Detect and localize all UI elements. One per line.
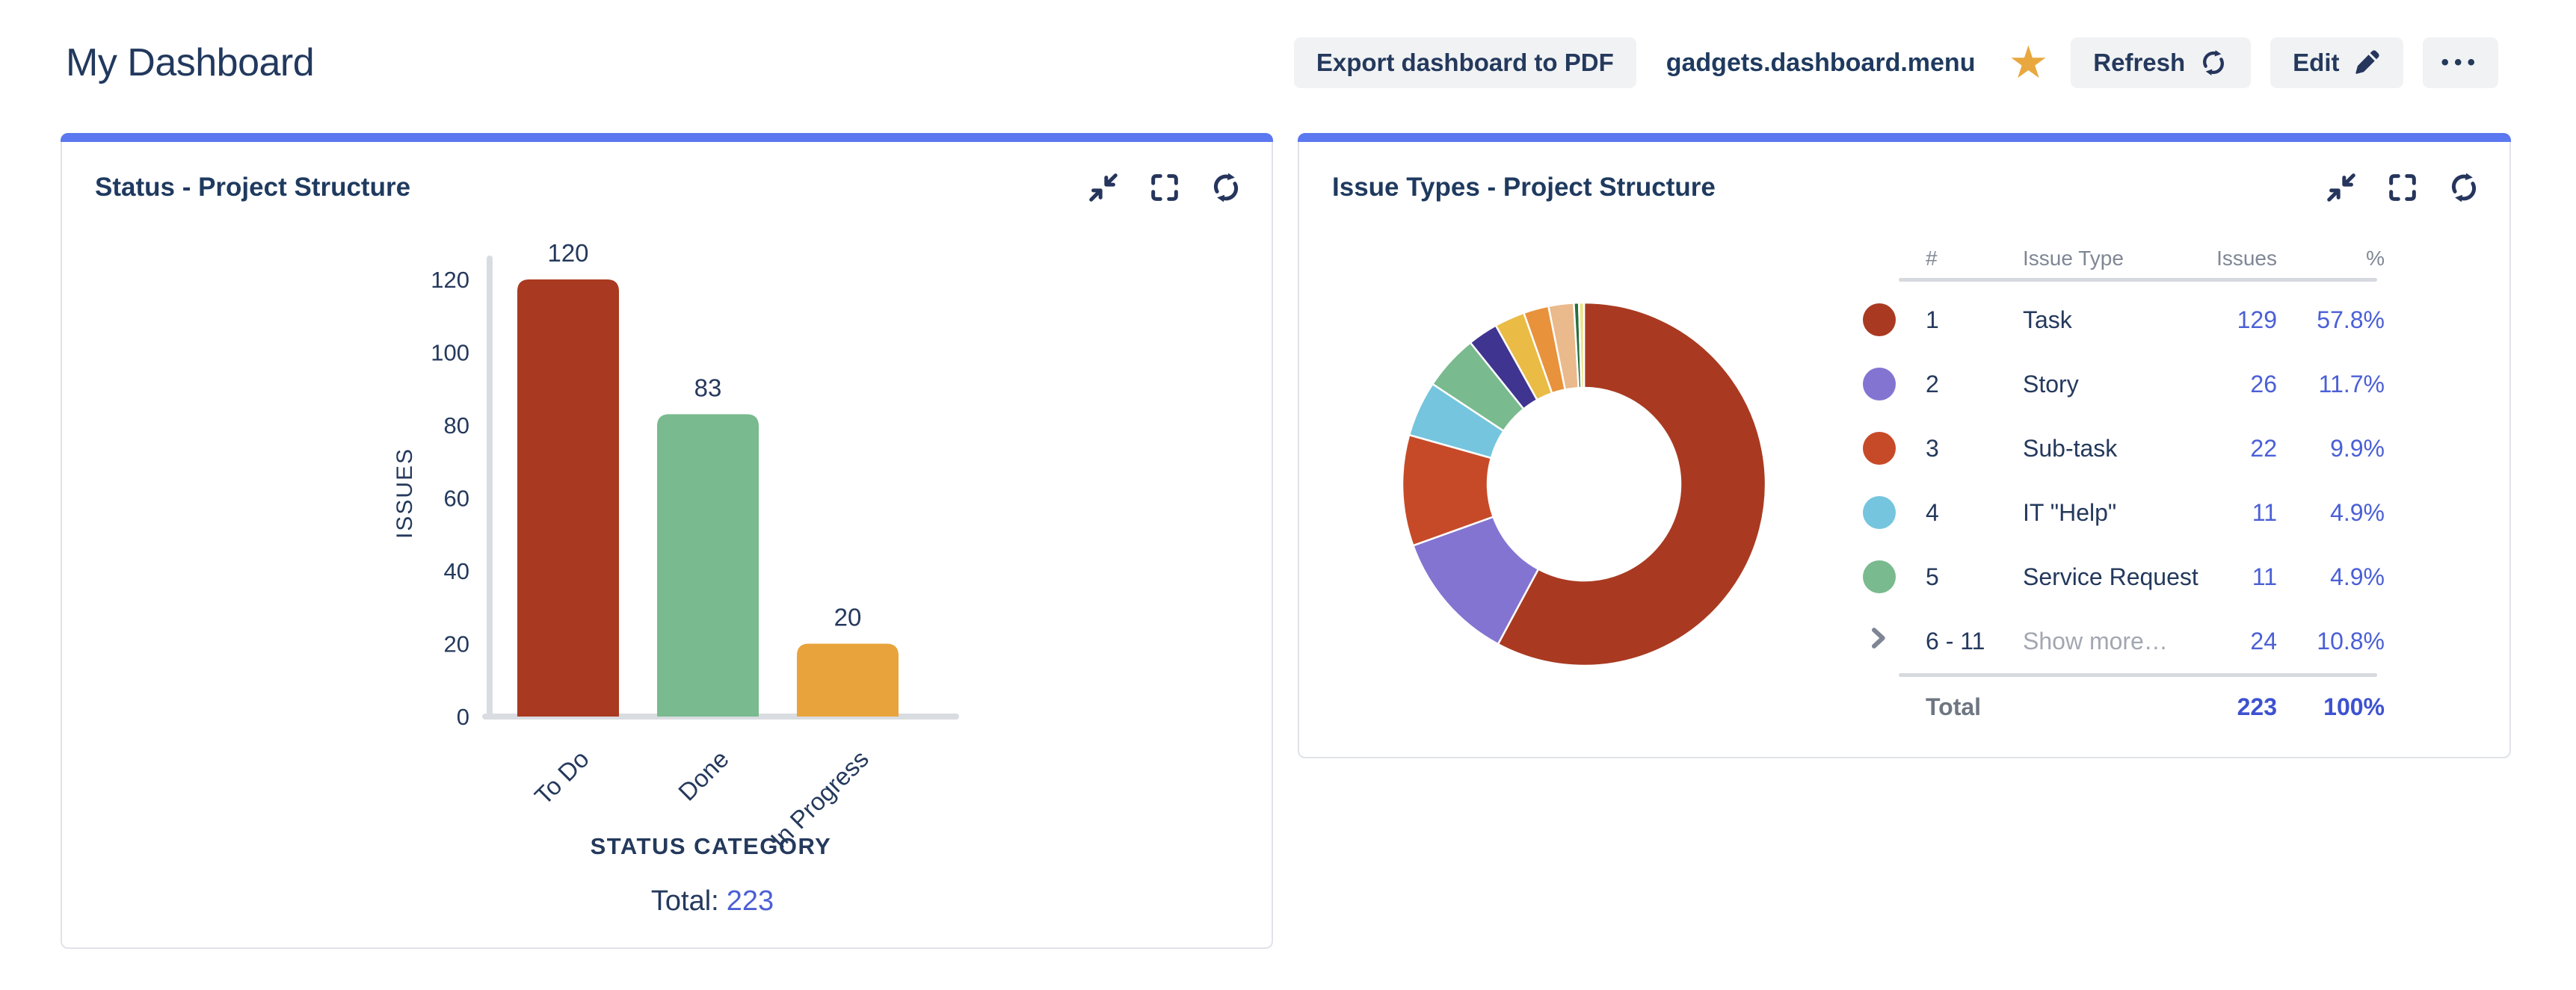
edit-button[interactable]: Edit bbox=[2270, 37, 2403, 88]
color-swatch-it-help bbox=[1863, 496, 1896, 529]
color-swatch-sub-task bbox=[1863, 432, 1896, 465]
y-tick-label: 60 bbox=[444, 486, 469, 512]
dashboard-menu-label: gadgets.dashboard.menu bbox=[1666, 49, 1976, 78]
issue-pct-link[interactable]: 4.9% bbox=[2277, 563, 2385, 591]
y-tick-label: 80 bbox=[444, 412, 469, 439]
issue-count-link[interactable]: 11 bbox=[2210, 499, 2277, 527]
refresh-icon bbox=[2198, 48, 2228, 78]
toolbar: Export dashboard to PDF gadgets.dashboar… bbox=[1294, 37, 2498, 88]
more-actions-button[interactable]: ••• bbox=[2423, 37, 2498, 88]
refresh-label: Refresh bbox=[2093, 49, 2185, 77]
issue-type-label: Service Request bbox=[2023, 563, 2210, 591]
issue-count-link[interactable]: 129 bbox=[2210, 306, 2277, 334]
status-total-label: Total: bbox=[651, 885, 719, 917]
show-more-chevron-icon[interactable] bbox=[1863, 623, 1893, 653]
x-category-label: Done bbox=[673, 745, 734, 806]
edit-label: Edit bbox=[2293, 49, 2339, 77]
y-tick-label: 20 bbox=[444, 631, 469, 658]
issue-types-table: # Issue Type Issues % 1Task12957.8%2Stor… bbox=[1854, 239, 2385, 737]
col-header-num: # bbox=[1926, 247, 2023, 270]
y-tick-label: 100 bbox=[431, 340, 469, 366]
row-number: 3 bbox=[1926, 435, 2023, 462]
issue-count-link[interactable]: 24 bbox=[2210, 628, 2277, 655]
bar-in-progress[interactable] bbox=[797, 644, 899, 717]
page-title: My Dashboard bbox=[66, 40, 314, 85]
y-tick-label: 0 bbox=[457, 704, 469, 730]
bar-to-do[interactable] bbox=[517, 279, 619, 717]
col-header-issues: Issues bbox=[2210, 247, 2277, 270]
color-swatch-story bbox=[1863, 368, 1896, 400]
issue-count-link[interactable]: 26 bbox=[2210, 371, 2277, 398]
issue-type-row-it-help: 4IT "Help"114.9% bbox=[1854, 480, 2385, 545]
issue-type-label: Task bbox=[2023, 306, 2210, 334]
status-gadget-card: Status - Project Structure bbox=[61, 133, 1273, 949]
status-total: Total:223 bbox=[133, 885, 1292, 918]
bar-value-label: 20 bbox=[834, 604, 862, 631]
issue-type-label: Sub-task bbox=[2023, 435, 2210, 462]
color-swatch-service-request bbox=[1863, 560, 1896, 593]
issue-type-row-show-more: 6 - 11Show more…2410.8% bbox=[1854, 609, 2385, 673]
issue-type-label[interactable]: Show more… bbox=[2023, 628, 2210, 655]
issue-pct-link[interactable]: 57.8% bbox=[2277, 306, 2385, 334]
issue-count-link[interactable]: 22 bbox=[2210, 435, 2277, 462]
issue-types-total-row: Total 223 100% bbox=[1854, 677, 2385, 737]
row-number: 2 bbox=[1926, 371, 2023, 398]
x-category-label: To Do bbox=[529, 745, 594, 810]
col-header-issue-type: Issue Type bbox=[2023, 247, 2210, 270]
y-tick-label: 40 bbox=[444, 558, 469, 584]
export-pdf-label: Export dashboard to PDF bbox=[1316, 49, 1614, 77]
more-actions-label: ••• bbox=[2441, 50, 2480, 75]
issue-type-row-task: 1Task12957.8% bbox=[1854, 288, 2385, 352]
issue-types-gadget-card: Issue Types - Project Structure bbox=[1298, 133, 2511, 758]
bar-value-label: 83 bbox=[694, 374, 722, 401]
color-swatch-task bbox=[1863, 303, 1896, 336]
row-number: 6 - 11 bbox=[1926, 628, 2023, 655]
issue-pct-link[interactable]: 4.9% bbox=[2277, 499, 2385, 527]
issue-pct-link[interactable]: 11.7% bbox=[2277, 371, 2385, 398]
issue-type-row-service-request: 5Service Request114.9% bbox=[1854, 545, 2385, 609]
issue-types-table-body: 1Task12957.8%2Story2611.7%3Sub-task229.9… bbox=[1854, 288, 2385, 673]
dashboard-header: My Dashboard Export dashboard to PDF gad… bbox=[66, 27, 2498, 99]
total-row-label: Total bbox=[1926, 693, 2210, 721]
row-number: 5 bbox=[1926, 563, 2023, 591]
total-row-issues: 223 bbox=[2210, 693, 2277, 721]
y-axis-title: ISSUES bbox=[392, 448, 417, 539]
table-header-divider bbox=[1899, 278, 2377, 282]
issue-type-label: IT "Help" bbox=[2023, 499, 2210, 527]
favorite-star-icon[interactable]: ★ bbox=[2008, 40, 2048, 85]
issue-pct-link[interactable]: 10.8% bbox=[2277, 628, 2385, 655]
bar-value-label: 120 bbox=[547, 239, 588, 267]
row-number: 1 bbox=[1926, 306, 2023, 334]
bar-done[interactable] bbox=[657, 414, 759, 717]
y-tick-label: 120 bbox=[431, 267, 469, 293]
export-pdf-button[interactable]: Export dashboard to PDF bbox=[1294, 37, 1636, 88]
issue-types-table-header: # Issue Type Issues % bbox=[1854, 239, 2385, 278]
refresh-button[interactable]: Refresh bbox=[2071, 37, 2251, 88]
row-number: 4 bbox=[1926, 499, 2023, 527]
status-bar-chart[interactable]: 020406080100120120To Do83Done20In Progre… bbox=[62, 134, 1275, 950]
issue-type-row-sub-task: 3Sub-task229.9% bbox=[1854, 416, 2385, 480]
status-total-value[interactable]: 223 bbox=[727, 885, 774, 917]
issue-count-link[interactable]: 11 bbox=[2210, 563, 2277, 591]
issue-pct-link[interactable]: 9.9% bbox=[2277, 435, 2385, 462]
total-row-pct: 100% bbox=[2277, 693, 2385, 721]
issue-type-label: Story bbox=[2023, 371, 2210, 398]
x-axis-title: STATUS CATEGORY bbox=[591, 833, 832, 859]
pencil-icon bbox=[2352, 49, 2381, 77]
issue-type-row-story: 2Story2611.7% bbox=[1854, 352, 2385, 416]
col-header-pct: % bbox=[2277, 247, 2385, 270]
